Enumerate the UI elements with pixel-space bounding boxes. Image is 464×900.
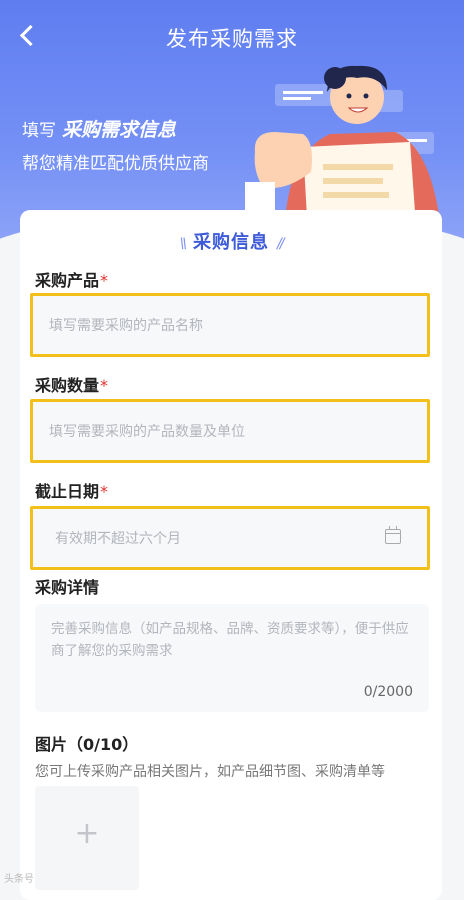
deadline-field[interactable] — [30, 506, 430, 570]
calendar-icon[interactable] — [385, 526, 401, 544]
details-textarea[interactable] — [49, 616, 413, 680]
deadline-label: 截止日期* — [35, 482, 109, 501]
quantity-input[interactable] — [47, 402, 413, 462]
title-decoration-left: \\ — [179, 236, 188, 252]
hero-subtitle: 帮您精准匹配优质供应商 — [22, 154, 209, 174]
product-label: 采购产品* — [35, 271, 109, 290]
add-image-button[interactable]: + — [35, 786, 139, 890]
images-label: 图片（0/10） — [35, 735, 139, 754]
product-field[interactable] — [30, 293, 430, 357]
page-title: 发布采购需求 — [166, 27, 298, 51]
images-hint: 您可上传采购产品相关图片，如产品细节图、采购清单等 — [35, 764, 385, 780]
product-input[interactable] — [47, 296, 413, 356]
purchaser-illustration — [245, 65, 440, 222]
plus-icon[interactable]: + — [35, 816, 139, 851]
hero-headline: 填写 采购需求信息 — [22, 115, 176, 142]
char-counter: 0/2000 — [363, 684, 413, 700]
details-label: 采购详情 — [35, 578, 100, 597]
quantity-label: 采购数量* — [35, 376, 109, 395]
section-title: 采购信息 — [193, 232, 269, 253]
hero-prefix: 填写 — [22, 121, 56, 141]
required-marker: * — [100, 376, 109, 395]
deadline-input[interactable] — [53, 509, 413, 569]
hero-emphasis: 采购需求信息 — [62, 119, 177, 141]
quantity-field[interactable] — [30, 399, 430, 463]
required-marker: * — [100, 271, 109, 290]
watermark: 头条号 — [4, 874, 34, 885]
purchase-form-card: \\ 采购信息 // 采购产品* 采购数量* 截止日期* 采购详情 0/2000 图… — [20, 210, 442, 900]
title-decoration-right: // — [277, 236, 285, 252]
details-field[interactable]: 0/2000 — [35, 604, 429, 712]
section-header: \\ 采购信息 // — [20, 228, 442, 254]
required-marker: * — [100, 482, 109, 501]
